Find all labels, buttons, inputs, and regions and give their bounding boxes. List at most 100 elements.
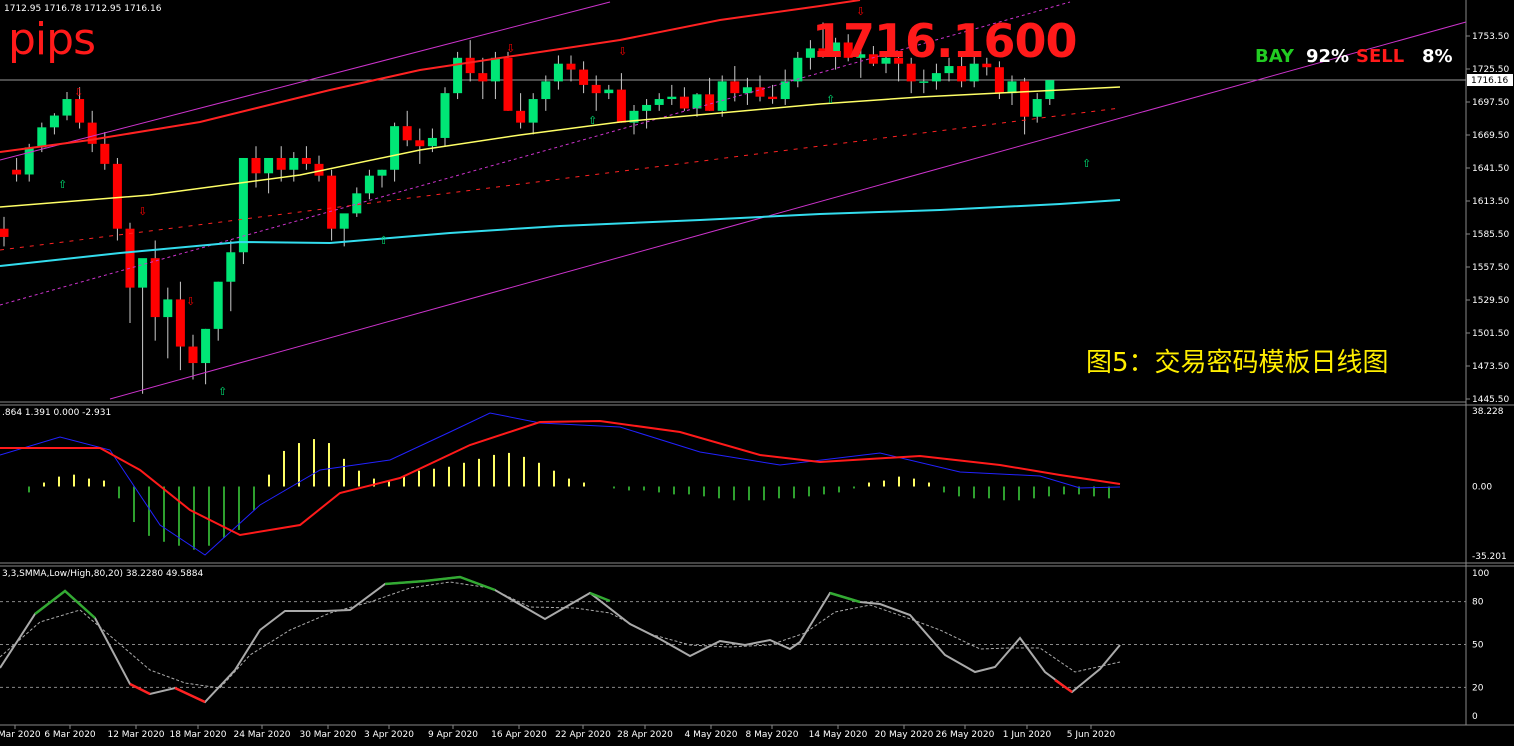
- candle-body: [427, 137, 437, 147]
- time-tick-label: 18 Mar 2020: [169, 730, 226, 740]
- price-tick-label: 1725.50: [1472, 65, 1509, 75]
- stochastic-panel: [0, 575, 1466, 704]
- stoch-tick-label: 20: [1472, 683, 1484, 693]
- candle-body: [717, 81, 727, 111]
- time-tick-label: 22 Apr 2020: [555, 730, 611, 740]
- stoch-overbought-segment: [829, 591, 861, 604]
- time-tick-label: 6 Mar 2020: [44, 730, 96, 740]
- price-tick-label: 1445.50: [1472, 395, 1509, 405]
- candle-body: [528, 99, 538, 123]
- candle-body: [75, 99, 85, 123]
- time-tick-label: 3 Apr 2020: [364, 730, 414, 740]
- fractal-down-arrow: ⇩: [186, 295, 195, 308]
- stoch-overbought-segment: [34, 589, 96, 619]
- candle-body: [402, 126, 412, 141]
- stoch-tick-label: 50: [1472, 641, 1484, 651]
- candle-body: [957, 66, 967, 82]
- candle-body: [705, 94, 715, 111]
- price-tick-label: 1697.50: [1472, 98, 1509, 108]
- candle-body: [1007, 81, 1017, 94]
- big-price-label: 1716.1600: [812, 14, 1078, 68]
- time-axis: 2 Mar 20206 Mar 2020 12 Mar 2020 18 Mar 20…: [0, 725, 1115, 740]
- stoch-oversold-segment: [129, 682, 151, 696]
- candle-body: [553, 63, 563, 82]
- sell-label: SELL: [1356, 46, 1405, 67]
- price-tick-label: 1557.50: [1472, 263, 1509, 273]
- price-tick-label: 1473.50: [1472, 362, 1509, 372]
- candle-body: [1032, 99, 1042, 117]
- time-tick-label: 8 May 2020: [746, 730, 799, 740]
- fractal-up-arrow: ⇧: [379, 234, 388, 247]
- fractal-down-arrow: ⇩: [618, 45, 627, 58]
- ma-fast: [0, 86, 1121, 208]
- candle-body: [37, 127, 47, 148]
- candle-body: [768, 96, 778, 100]
- candle-body: [251, 157, 261, 174]
- candle-body: [919, 81, 929, 83]
- candle-body: [465, 57, 475, 74]
- ma-slow: [0, 0, 861, 153]
- candle-body: [541, 81, 551, 100]
- time-tick-label: 1 Jun 2020: [1003, 730, 1052, 740]
- candle-body: [100, 143, 110, 164]
- pips-label: pips: [8, 14, 96, 65]
- fractal-up-arrow: ⇧: [826, 93, 835, 106]
- time-tick-label: 24 Mar 2020: [233, 730, 290, 740]
- candle-body: [654, 99, 664, 105]
- stoch-oversold-segment: [174, 686, 206, 704]
- time-tick-label: 20 May 2020: [875, 730, 934, 740]
- candle-body: [616, 89, 626, 123]
- candle-body: [264, 157, 274, 174]
- candle-body: [188, 346, 198, 364]
- time-tick-label: 12 Mar 2020: [107, 730, 164, 740]
- candle-body: [440, 93, 450, 138]
- main-panel: ⇩⇩ ⇩⇩⇩⇩⇩⇧⇧⇧⇧⇧⇧: [0, 0, 1467, 400]
- chart-caption: 图5：交易密码模板日线图: [1086, 348, 1389, 378]
- time-tick-label: 30 Mar 2020: [299, 730, 356, 740]
- stoch-tick-label: 80: [1472, 598, 1484, 608]
- candle-body: [49, 115, 59, 128]
- stoch-tick-label: 0: [1472, 712, 1478, 722]
- candle-body: [12, 169, 22, 175]
- fractal-up-arrow: ⇧: [1082, 157, 1091, 170]
- time-tick-label: 28 Apr 2020: [617, 730, 673, 740]
- price-tick-label: 1585.50: [1472, 230, 1509, 240]
- candle-body: [213, 281, 223, 329]
- candle-body: [276, 157, 286, 170]
- current-price-label: 1716.16: [1471, 76, 1508, 86]
- candle-body: [175, 299, 185, 347]
- buy-label: BAY: [1255, 46, 1294, 67]
- fractal-down-arrow: ⇩: [74, 86, 83, 99]
- candle-body: [604, 89, 614, 94]
- candle-body: [579, 69, 589, 85]
- candle-body: [994, 67, 1004, 94]
- candle-body: [667, 96, 677, 100]
- candle-body: [566, 63, 576, 70]
- candle-body: [503, 57, 513, 111]
- candle-body: [339, 213, 349, 229]
- macd-header: .864 1.391 0.000 -2.931: [2, 408, 112, 418]
- candle-body: [301, 157, 311, 164]
- price-tick-label: 1641.50: [1472, 164, 1509, 174]
- candle-body: [793, 57, 803, 82]
- stochastic-header: 3,3,SMMA,Low/High,80,20) 38.2280 49.5884: [2, 569, 204, 579]
- candle-body: [377, 169, 387, 176]
- candle-body: [327, 175, 337, 229]
- time-tick-label: 2 Mar 2020: [0, 730, 41, 740]
- candle-body: [390, 126, 400, 170]
- candle-body: [516, 110, 526, 123]
- ma-long: [0, 199, 1121, 267]
- candle-body: [150, 258, 160, 318]
- price-tick-label: 1753.50: [1472, 32, 1509, 42]
- candle-body: [730, 81, 740, 94]
- price-tick-label: 1501.50: [1472, 329, 1509, 339]
- fractal-up-arrow: ⇧: [588, 114, 597, 127]
- fractal-up-arrow: ⇧: [58, 178, 67, 191]
- macd-tick-label: 0.00: [1472, 482, 1492, 492]
- candle-body: [112, 163, 122, 229]
- macd-line: [0, 412, 1121, 556]
- time-tick-label: 16 Apr 2020: [491, 730, 547, 740]
- time-tick-label: 9 Apr 2020: [428, 730, 478, 740]
- macd-tick-label: 38.228: [1472, 407, 1504, 417]
- time-tick-label: 14 May 2020: [809, 730, 868, 740]
